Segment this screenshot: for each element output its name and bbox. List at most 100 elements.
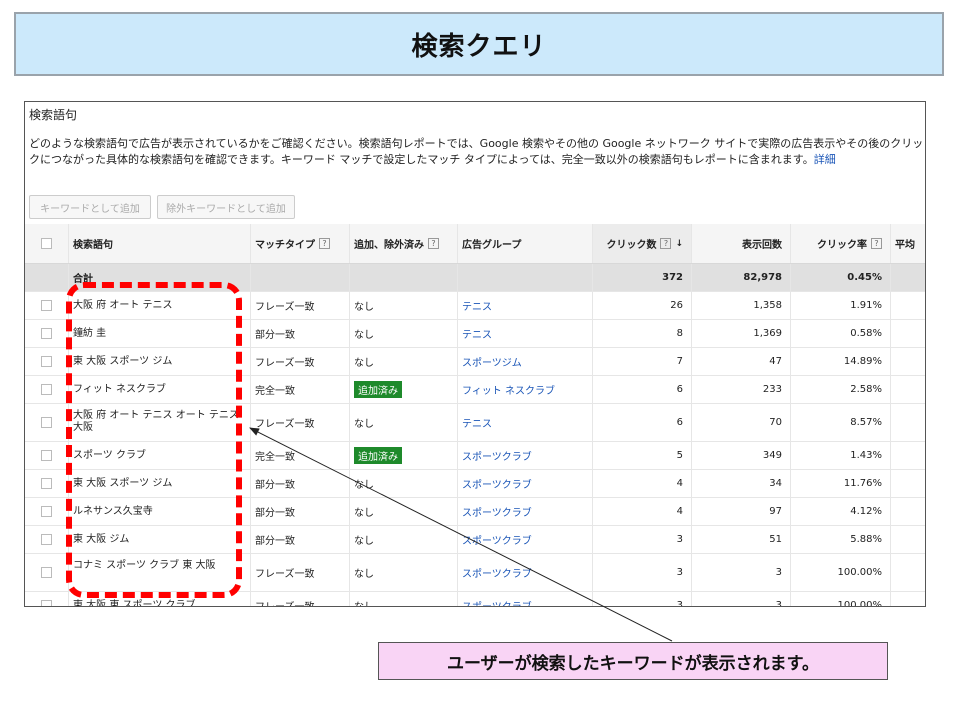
added-status-badge: 追加済み [354,447,402,464]
added-status: なし [354,508,374,519]
ad-group-link[interactable]: スポーツクラブ [462,504,532,519]
cell-ctr: 0.58% [791,320,891,347]
clicks-value: 3 [676,600,683,607]
ad-group-link[interactable]: テニス [462,415,492,430]
header-match-label[interactable]: マッチタイプ [255,236,315,251]
cell-match: 部分一致 [251,470,350,497]
table-row: 大阪 府 オート テニス オート テニス 大阪 フレーズ一致 なし テニス 6 70 8.5… [25,404,925,442]
cell-match: 部分一致 [251,498,350,525]
details-link[interactable]: 詳細 [814,153,836,166]
cell-query: 大阪 府 オート テニス [69,292,251,319]
add-as-keyword-button[interactable]: キーワードとして追加 [29,195,151,219]
match-type: フレーズ一致 [255,419,315,430]
row-checkbox[interactable] [41,417,52,428]
select-all-checkbox[interactable] [41,238,52,249]
ad-group-link[interactable]: スポーツクラブ [462,565,532,580]
sort-desc-icon[interactable]: ↓ [675,239,683,249]
clicks-value: 3 [676,567,683,578]
ad-group-link[interactable]: スポーツクラブ [462,598,532,606]
ad-group-link[interactable]: スポーツジム [462,354,522,369]
cell-avg [891,348,925,375]
cell-cb [25,526,69,553]
impressions-value: 349 [762,450,782,461]
table-row: 東 大阪 スポーツ ジム フレーズ一致 なし スポーツジム 7 47 14.89% [25,348,925,376]
ad-group-link[interactable]: スポーツクラブ [462,476,532,491]
header-added-label[interactable]: 追加、除外済み [354,236,424,251]
row-checkbox[interactable] [41,384,52,395]
cell-impr: 70 [692,404,791,441]
cell-cb [25,292,69,319]
cell-impr: 97 [692,498,791,525]
impressions-value: 34 [769,478,782,489]
match-type: フレーズ一致 [255,569,315,580]
ad-group-link[interactable]: スポーツクラブ [462,532,532,547]
help-icon[interactable]: ? [319,238,330,249]
header-adgroup: 広告グループ [458,224,593,263]
cell-cb [25,592,69,606]
cell-clicks: 6 [593,404,692,441]
row-checkbox[interactable] [41,450,52,461]
table-total-row: 合計 372 82,978 0.45% [25,264,925,292]
ctr-value: 8.57% [850,417,882,428]
added-status: なし [354,480,374,491]
impressions-value: 1,369 [753,328,782,339]
ad-group-link[interactable]: スポーツクラブ [462,448,532,463]
search-query-text: 東 大阪 東 スポーツ クラブ [73,599,196,607]
cell-clicks: 5 [593,442,692,469]
cell-impr: 82,978 [692,264,791,291]
cell-avg [891,404,925,441]
search-query-text: ルネサンス久宝寺 [73,505,153,517]
table-row: フィット ネスクラブ 完全一致 追加済み フィット ネスクラブ 6 233 2.58% [25,376,925,404]
cell-ctr: 100.00% [791,554,891,591]
header-query: 検索語句 [69,224,251,263]
search-query-text: コナミ スポーツ クラブ 東 大阪 [73,560,216,571]
help-icon[interactable]: ? [871,238,882,249]
cell-ctr: 11.76% [791,470,891,497]
search-query-text: 大阪 府 オート テニス [73,299,173,311]
table-row: 東 大阪 ジム 部分一致 なし スポーツクラブ 3 51 5.88% [25,526,925,554]
cell-match [251,264,350,291]
slide-title: 検索クエリ [411,31,547,62]
table-row: 東 大阪 東 スポーツ クラブ フレーズ一致 なし スポーツクラブ 3 3 100.00% [25,592,925,607]
add-as-negative-keyword-button[interactable]: 除外キーワードとして追加 [157,195,295,219]
impressions-value: 70 [769,417,782,428]
help-icon[interactable]: ? [428,238,439,249]
row-checkbox[interactable] [41,328,52,339]
cell-adgroup: テニス [458,320,593,347]
added-status: なし [354,536,374,547]
match-type: 完全一致 [255,452,295,463]
row-checkbox[interactable] [41,534,52,545]
header-adgroup-label[interactable]: 広告グループ [462,236,521,251]
cell-cb [25,554,69,591]
total-ctr: 0.45% [847,272,882,283]
row-checkbox[interactable] [41,478,52,489]
ctr-value: 100.00% [837,567,883,578]
ad-group-link[interactable]: テニス [462,298,492,313]
header-clicks-label[interactable]: クリック数 [606,236,656,251]
row-checkbox[interactable] [41,567,52,578]
ad-group-link[interactable]: テニス [462,326,492,341]
cell-cb [25,470,69,497]
header-impr-label[interactable]: 表示回数 [742,236,782,251]
table-row: 大阪 府 オート テニス フレーズ一致 なし テニス 26 1,358 1.91% [25,292,925,320]
clicks-value: 8 [676,328,683,339]
impressions-value: 47 [769,356,782,367]
row-checkbox[interactable] [41,600,52,606]
cell-impr: 1,358 [692,292,791,319]
row-checkbox[interactable] [41,300,52,311]
table-row: コナミ スポーツ クラブ 東 大阪 フレーズ一致 なし スポーツクラブ 3 3 100.00… [25,554,925,592]
cell-adgroup: スポーツジム [458,348,593,375]
row-checkbox[interactable] [41,506,52,517]
search-query-text: スポーツ クラブ [73,449,146,461]
header-ctr-label[interactable]: クリック率 [817,236,867,251]
callout-text: ユーザーが検索したキーワードが表示されます。 [447,653,819,674]
header-avg-label[interactable]: 平均 [895,236,915,251]
help-icon[interactable]: ? [660,238,672,249]
row-checkbox[interactable] [41,356,52,367]
cell-cb [25,376,69,403]
ctr-value: 5.88% [850,534,882,545]
ad-group-link[interactable]: フィット ネスクラブ [462,382,555,397]
cell-impr: 34 [692,470,791,497]
header-query-label[interactable]: 検索語句 [73,236,113,251]
cell-query: 合計 [69,264,251,291]
